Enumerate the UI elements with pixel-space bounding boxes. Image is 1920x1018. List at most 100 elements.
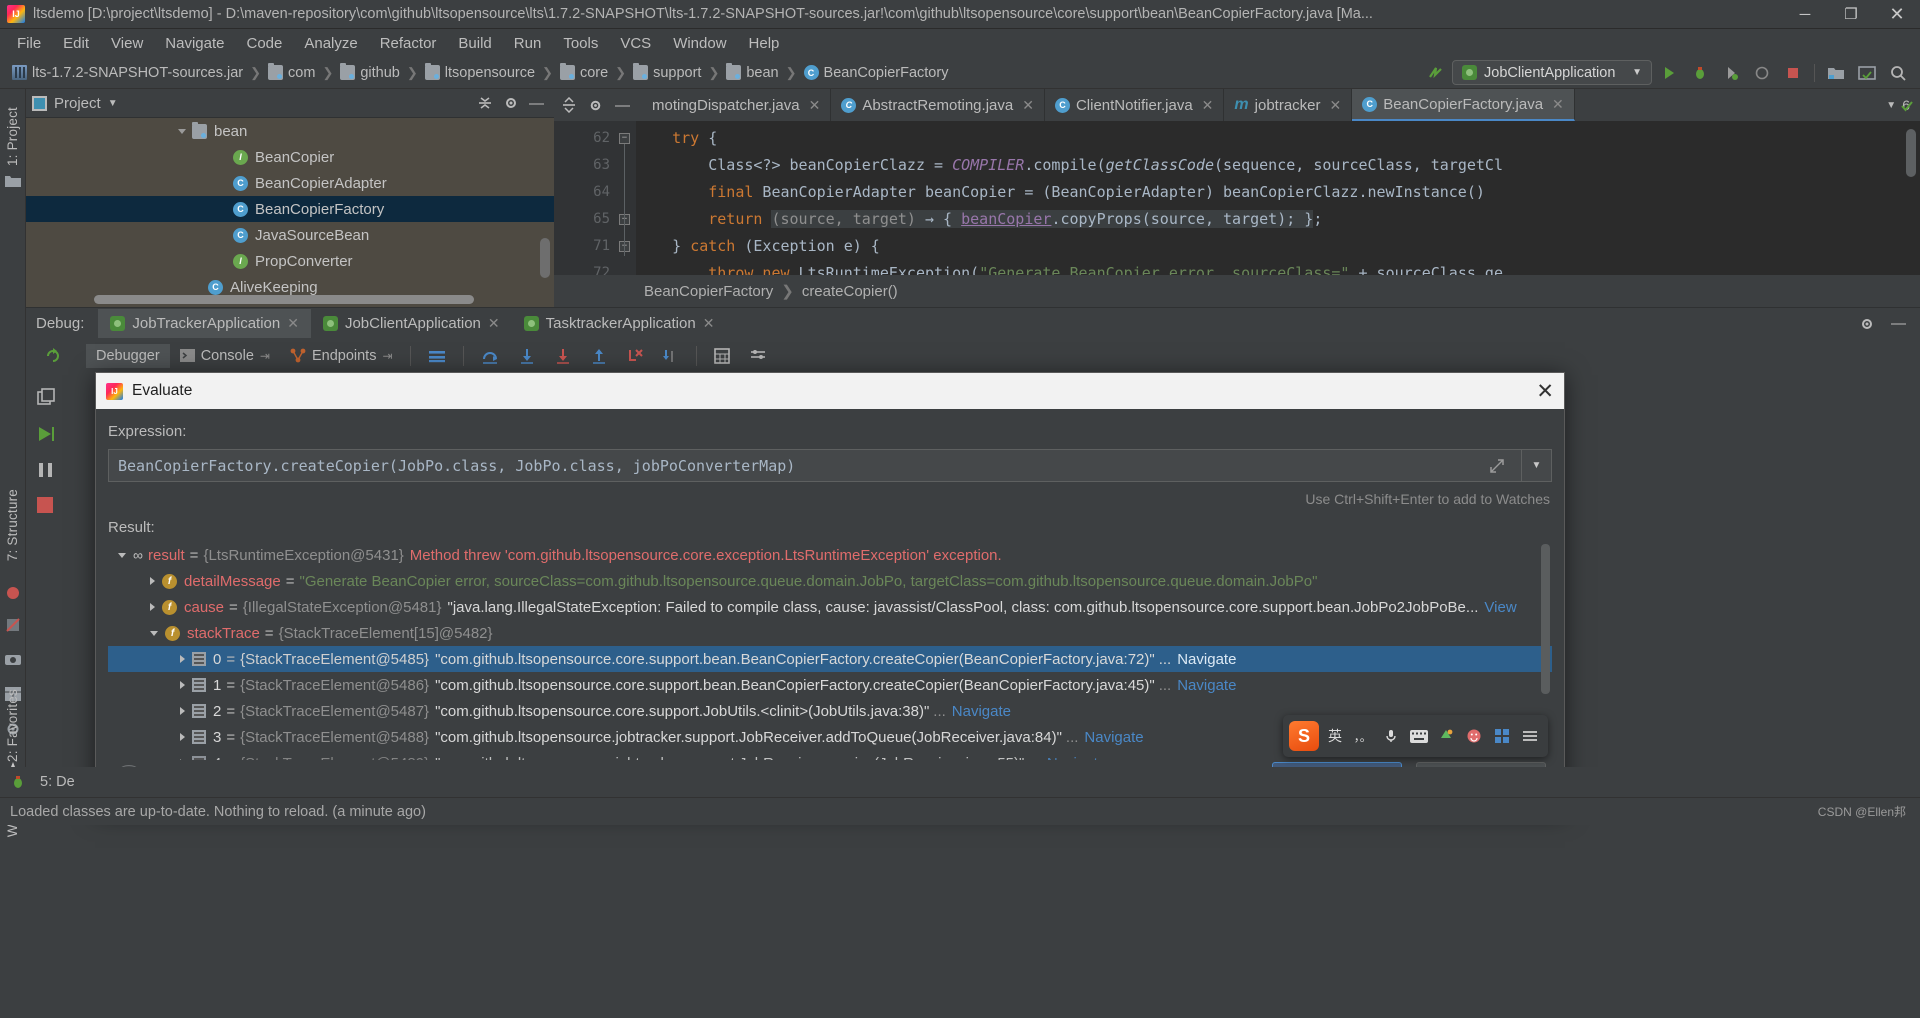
gear-icon[interactable] <box>503 95 519 111</box>
step-over-icon[interactable] <box>471 344 509 368</box>
menu-build[interactable]: Build <box>447 32 502 55</box>
ime-punctuation-button[interactable]: ，。 <box>1351 723 1375 749</box>
tree-vertical-scrollbar[interactable] <box>540 238 550 278</box>
chevron-down-icon[interactable]: ▼ <box>108 98 118 109</box>
menu-navigate[interactable]: Navigate <box>154 32 235 55</box>
breadcrumb-support[interactable]: support <box>629 63 705 83</box>
close-tab-icon[interactable]: ✕ <box>703 315 715 332</box>
tree-item-javasourcebean[interactable]: C JavaSourceBean <box>26 222 554 248</box>
chevron-down-icon[interactable]: ▼ <box>1886 100 1896 111</box>
navigate-link[interactable]: Navigate <box>1177 677 1236 694</box>
show-execution-point-icon[interactable] <box>418 345 456 367</box>
profile-button[interactable] <box>1748 60 1776 86</box>
breadcrumb-com[interactable]: com <box>264 63 319 83</box>
close-tab-icon[interactable]: ✕ <box>287 315 299 332</box>
pin-tab-icon[interactable]: ⇥ <box>260 349 270 363</box>
menu-window[interactable]: Window <box>662 32 737 55</box>
breadcrumb-core[interactable]: core <box>556 63 612 83</box>
skin-icon[interactable] <box>1435 723 1459 749</box>
menu-help[interactable]: Help <box>738 32 791 55</box>
menu-run[interactable]: Run <box>503 32 553 55</box>
project-tree[interactable]: bean I BeanCopier C BeanCopierAdapter C … <box>26 118 554 307</box>
hide-panel-icon[interactable]: — <box>615 97 630 114</box>
close-dialog-button[interactable]: ✕ <box>1536 381 1554 402</box>
breadcrumb-class[interactable]: C BeanCopierFactory <box>800 63 953 83</box>
tree-item-beancopierfactory[interactable]: C BeanCopierFactory <box>26 196 554 222</box>
sidebar-item-project[interactable]: 1: Project <box>5 107 20 166</box>
microphone-icon[interactable] <box>1379 723 1403 749</box>
run-with-coverage-button[interactable] <box>1717 60 1745 86</box>
close-tab-icon[interactable]: ✕ <box>1022 97 1034 114</box>
chevron-right-icon[interactable] <box>180 655 185 663</box>
result-vertical-scrollbar[interactable] <box>1541 544 1550 694</box>
tree-horizontal-scrollbar[interactable] <box>94 295 474 304</box>
close-tab-icon[interactable]: ✕ <box>809 97 821 114</box>
navigate-link[interactable]: Navigate <box>1084 729 1143 746</box>
gear-icon[interactable] <box>1859 316 1875 332</box>
force-step-into-icon[interactable] <box>545 344 581 368</box>
chevron-right-icon[interactable] <box>150 603 155 611</box>
tab-console[interactable]: Console ⇥ <box>170 344 280 368</box>
chevron-right-icon[interactable] <box>180 733 185 741</box>
breadcrumb-method-label[interactable]: createCopier() <box>802 283 898 300</box>
menu-code[interactable]: Code <box>235 32 293 55</box>
mute-breakpoints-icon[interactable] <box>36 460 58 482</box>
hide-panel-icon[interactable]: — <box>1891 315 1906 332</box>
fold-collapse-icon[interactable]: − <box>619 133 630 144</box>
chevron-right-icon[interactable] <box>180 707 185 715</box>
tree-item-beancopieradapter[interactable]: C BeanCopierAdapter <box>26 170 554 196</box>
menu-refactor[interactable]: Refactor <box>369 32 448 55</box>
editor-tab-beancopierfactory[interactable]: C BeanCopierFactory.java ✕ <box>1352 89 1575 121</box>
expression-input[interactable]: BeanCopierFactory.createCopier(JobPo.cla… <box>108 449 1522 482</box>
pin-tab-icon[interactable]: ⇥ <box>382 349 392 363</box>
chevron-down-icon[interactable] <box>178 128 186 134</box>
menu-view[interactable]: View <box>100 32 154 55</box>
editor-tab-clientnotifier[interactable]: C ClientNotifier.java ✕ <box>1044 89 1225 121</box>
breadcrumb-github[interactable]: github <box>336 63 404 83</box>
expand-collapse-icon[interactable] <box>562 97 576 113</box>
resume-icon[interactable] <box>36 424 58 446</box>
navigate-link[interactable]: Navigate <box>1177 651 1236 668</box>
menu-analyze[interactable]: Analyze <box>293 32 368 55</box>
breadcrumb-bean[interactable]: bean <box>722 63 782 83</box>
inspection-ok-icon[interactable] <box>1900 99 1914 113</box>
view-link[interactable]: View <box>1484 599 1516 616</box>
collapse-all-icon[interactable] <box>477 95 493 111</box>
menu-icon[interactable] <box>1518 723 1542 749</box>
frames-icon[interactable] <box>36 388 58 410</box>
close-tab-icon[interactable]: ✕ <box>1330 97 1342 114</box>
layout-icon[interactable] <box>1853 60 1881 86</box>
sidebar-item-favorites[interactable]: 2: Favorites <box>5 689 20 762</box>
expression-history-dropdown[interactable]: ▼ <box>1522 449 1552 482</box>
chart-icon[interactable] <box>5 585 21 601</box>
stop-button[interactable] <box>1779 60 1807 86</box>
menu-tools[interactable]: Tools <box>552 32 609 55</box>
debug-button[interactable] <box>1686 60 1714 86</box>
close-tab-icon[interactable]: ✕ <box>1552 96 1564 113</box>
tree-item-beancopier[interactable]: I BeanCopier <box>26 144 554 170</box>
camera-icon[interactable] <box>5 652 21 668</box>
result-row-detailmessage[interactable]: f detailMessage = "Generate BeanCopier e… <box>108 568 1552 594</box>
navigate-link[interactable]: Navigate <box>952 703 1011 720</box>
drop-frame-icon[interactable] <box>617 344 653 368</box>
menu-edit[interactable]: Edit <box>52 32 100 55</box>
rerun-icon[interactable] <box>44 347 62 365</box>
editor-tab-remotingdispatcher[interactable]: motingDispatcher.java ✕ <box>642 89 832 121</box>
sogou-logo-icon[interactable]: S <box>1289 721 1319 751</box>
run-configuration-selector[interactable]: JobClientApplication ▼ <box>1452 60 1652 85</box>
search-everywhere-icon[interactable] <box>1884 60 1912 86</box>
menu-file[interactable]: File <box>6 32 52 55</box>
sidebar-item-structure[interactable]: 7: Structure <box>5 489 20 561</box>
close-tab-icon[interactable]: ✕ <box>488 315 500 332</box>
run-to-cursor-icon[interactable] <box>653 344 689 368</box>
emoji-icon[interactable] <box>1462 723 1486 749</box>
debug-session-tab-tasktracker[interactable]: TasktrackerApplication ✕ <box>512 309 727 338</box>
result-row-stacktrace[interactable]: f stackTrace = {StackTraceElement[15]@54… <box>108 620 1552 646</box>
gear-icon[interactable] <box>588 98 603 113</box>
result-row-cause[interactable]: f cause = {IllegalStateException@5481} "… <box>108 594 1552 620</box>
tab-endpoints[interactable]: Endpoints ⇥ <box>280 344 403 368</box>
close-window-button[interactable]: ✕ <box>1874 0 1920 29</box>
hide-panel-icon[interactable]: — <box>529 95 544 112</box>
chevron-right-icon[interactable] <box>180 681 185 689</box>
result-row-result[interactable]: ∞ result = {LtsRuntimeException@5431} Me… <box>108 542 1552 568</box>
